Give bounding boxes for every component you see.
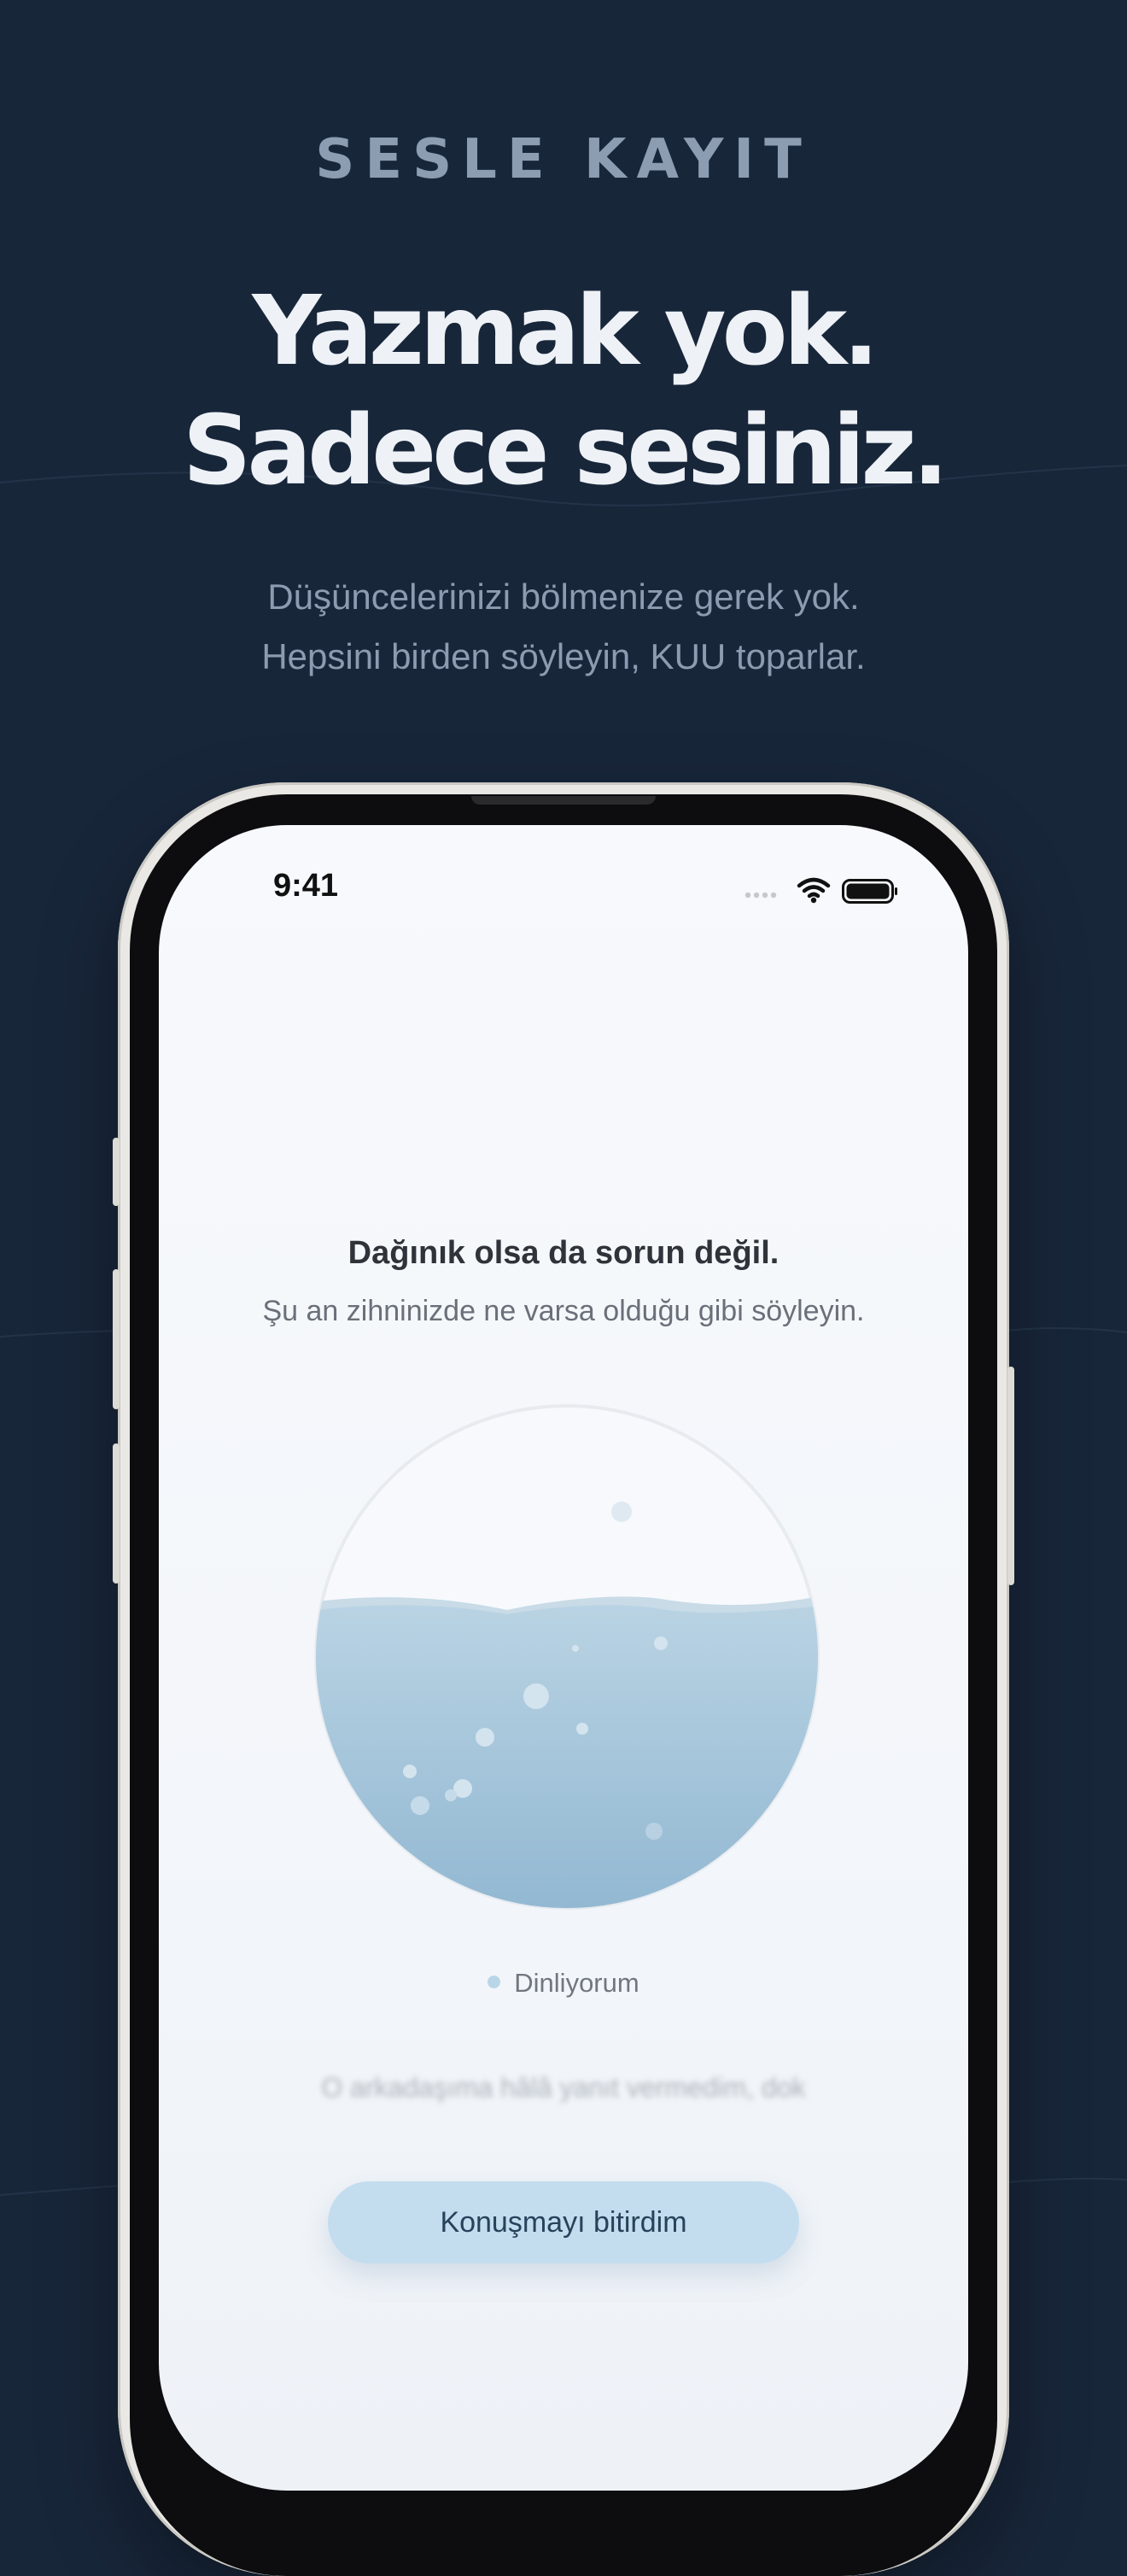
headline-line-2: Sadece sesiniz. <box>182 395 949 506</box>
listening-status: Dinliyorum <box>159 1968 968 1999</box>
section-eyebrow: SESLE KAYIT <box>315 128 812 191</box>
subtitle: Düşüncelerinizi bölmenize gerek yok. Hep… <box>0 567 1127 687</box>
live-transcript-preview: O arkadaşıma hâlâ yanıt vermedim, dok <box>321 2072 806 2103</box>
phone-action-button <box>113 1138 120 1206</box>
prompt-subtitle: Şu an zihninizde ne varsa olduğu gibi sö… <box>262 1295 865 1327</box>
phone-screen: 9:41 Dağınık olsa da sorun değil. Şu an … <box>159 825 968 2491</box>
wifi-icon <box>797 877 831 904</box>
subtitle-line-1: Düşüncelerinizi bölmenize gerek yok. <box>267 577 860 617</box>
phone-power-button <box>1007 1367 1014 1585</box>
status-time: 9:41 <box>273 868 339 904</box>
phone-top-notch <box>471 796 656 805</box>
phone-volume-down-button <box>113 1443 120 1584</box>
signal-icon <box>745 892 777 899</box>
listening-label: Dinliyorum <box>514 1968 639 1998</box>
battery-icon <box>842 879 897 904</box>
status-icons <box>745 877 897 904</box>
voice-water-orb <box>314 1404 820 1910</box>
headline-line-1: Yazmak yok. <box>252 276 879 387</box>
phone-volume-up-button <box>113 1269 120 1409</box>
finish-speaking-button[interactable]: Konuşmayı bitirdim <box>328 2181 799 2263</box>
prompt-title: Dağınık olsa da sorun değil. <box>347 1235 780 1271</box>
headline: Yazmak yok. Sadece sesiniz. <box>0 272 1127 511</box>
subtitle-line-2: Hepsini birden söyleyin, KUU toparlar. <box>261 636 866 676</box>
listening-indicator-dot <box>488 1976 501 1989</box>
